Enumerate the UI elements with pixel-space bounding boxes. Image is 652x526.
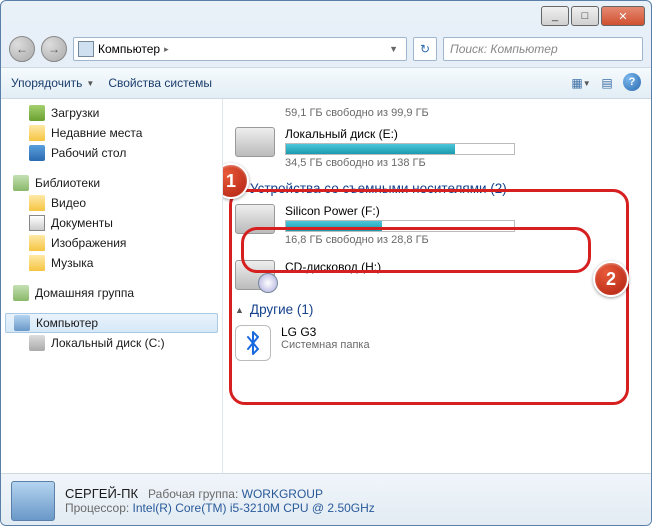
organize-button[interactable]: Упорядочить ▼: [11, 76, 94, 90]
homegroup-icon: [13, 285, 29, 301]
forward-button[interactable]: →: [41, 36, 67, 62]
content-pane: 59,1 ГБ свободно из 99,9 ГБ Локальный ди…: [223, 99, 651, 473]
sidebar-item-label: Рабочий стол: [51, 146, 126, 160]
nav-bar: ← → Компьютер ▸ ▼ ↻ Поиск: Компьютер: [1, 31, 651, 67]
navigation-pane: Загрузки Недавние места Рабочий стол Биб…: [1, 99, 223, 473]
desktop-icon: [29, 145, 45, 161]
libraries-icon: [13, 175, 29, 191]
drive-capacity-bar: [285, 143, 515, 155]
chevron-down-icon: ▼: [583, 79, 591, 88]
close-button[interactable]: ✕: [601, 6, 645, 26]
search-placeholder: Поиск: Компьютер: [450, 42, 558, 56]
drive-item-f[interactable]: Silicon Power (F:) 16,8 ГБ свободно из 2…: [235, 200, 639, 250]
workgroup-label: Рабочая группа:: [148, 487, 238, 501]
properties-label: Свойства системы: [108, 76, 212, 90]
sidebar-group-computer[interactable]: Компьютер: [5, 313, 218, 333]
device-subtitle: Системная папка: [281, 339, 639, 351]
collapse-icon: ▲: [235, 305, 244, 315]
breadcrumb-sep-icon: ▸: [164, 44, 169, 55]
sidebar-item-label: Документы: [51, 216, 113, 230]
preview-pane-button[interactable]: ▤: [597, 73, 617, 93]
documents-icon: [29, 215, 45, 231]
device-item-lg[interactable]: LG G3 Системная папка: [235, 321, 639, 365]
group-removable-devices[interactable]: ▲ Устройства со съемными носителями (2): [235, 181, 639, 196]
music-icon: [29, 255, 45, 271]
pictures-icon: [29, 235, 45, 251]
downloads-icon: [29, 105, 45, 121]
computer-large-icon: [11, 481, 55, 521]
help-icon[interactable]: ?: [623, 73, 641, 91]
drive-capacity-bar: [285, 220, 515, 232]
sidebar-item-label: Домашняя группа: [35, 286, 134, 300]
sidebar-item-label: Изображения: [51, 236, 126, 250]
computer-icon: [14, 315, 30, 331]
back-button[interactable]: ←: [9, 36, 35, 62]
sidebar-item-disk-c[interactable]: Локальный диск (C:): [1, 333, 222, 353]
cd-drive-icon: [235, 260, 275, 290]
sidebar-item-desktop[interactable]: Рабочий стол: [1, 143, 222, 163]
cpu-label: Процессор:: [65, 501, 129, 515]
sidebar-group-homegroup[interactable]: Домашняя группа: [1, 283, 222, 303]
hdd-icon: [235, 127, 275, 157]
sidebar-item-downloads[interactable]: Загрузки: [1, 103, 222, 123]
sidebar-group-libraries[interactable]: Библиотеки: [1, 173, 222, 193]
computer-name: СЕРГЕЙ-ПК: [65, 486, 138, 501]
sidebar-item-label: Недавние места: [51, 126, 142, 140]
sidebar-item-label: Видео: [51, 196, 86, 210]
toolbar: Упорядочить ▼ Свойства системы ▦▼ ▤ ?: [1, 67, 651, 99]
bluetooth-icon: [235, 325, 271, 361]
sidebar-item-pictures[interactable]: Изображения: [1, 233, 222, 253]
details-pane: СЕРГЕЙ-ПК Рабочая группа: WORKGROUP Проц…: [1, 473, 651, 526]
disk-icon: [29, 335, 45, 351]
search-input[interactable]: Поиск: Компьютер: [443, 37, 643, 61]
group-label: Другие (1): [250, 302, 313, 317]
drive-free-space: 16,8 ГБ свободно из 28,8 ГБ: [285, 234, 639, 246]
drive-item-cd[interactable]: CD-дисковод (H:): [235, 256, 639, 294]
drive-item[interactable]: 59,1 ГБ свободно из 99,9 ГБ: [285, 103, 639, 123]
system-properties-button[interactable]: Свойства системы: [108, 76, 212, 90]
cpu-value: Intel(R) Core(TM) i5-3210M CPU @ 2.50GHz: [133, 501, 375, 515]
address-path: Компьютер: [98, 42, 160, 56]
workgroup-value: WORKGROUP: [242, 487, 323, 501]
drive-item-e[interactable]: Локальный диск (E:) 34,5 ГБ свободно из …: [235, 123, 639, 173]
address-dropdown-icon[interactable]: ▼: [385, 44, 402, 54]
sidebar-item-label: Музыка: [51, 256, 93, 270]
group-label: Устройства со съемными носителями (2): [250, 181, 507, 196]
drive-free-space: 59,1 ГБ свободно из 99,9 ГБ: [285, 107, 639, 119]
address-bar[interactable]: Компьютер ▸ ▼: [73, 37, 407, 61]
drive-free-space: 34,5 ГБ свободно из 138 ГБ: [285, 157, 639, 169]
drive-title: Локальный диск (E:): [285, 127, 639, 141]
explorer-window: _ □ ✕ ← → Компьютер ▸ ▼ ↻ Поиск: Компьют…: [0, 0, 652, 526]
sidebar-item-music[interactable]: Музыка: [1, 253, 222, 273]
video-icon: [29, 195, 45, 211]
recent-icon: [29, 125, 45, 141]
sidebar-item-recent[interactable]: Недавние места: [1, 123, 222, 143]
sidebar-item-label: Компьютер: [36, 316, 98, 330]
group-other[interactable]: ▲ Другие (1): [235, 302, 639, 317]
chevron-down-icon: ▼: [86, 79, 94, 88]
drive-title: Silicon Power (F:): [285, 204, 639, 218]
sidebar-item-video[interactable]: Видео: [1, 193, 222, 213]
minimize-button[interactable]: _: [541, 6, 569, 26]
sidebar-item-documents[interactable]: Документы: [1, 213, 222, 233]
device-title: LG G3: [281, 325, 639, 339]
sidebar-item-label: Локальный диск (C:): [51, 336, 165, 350]
sidebar-item-label: Библиотеки: [35, 176, 100, 190]
title-bar: _ □ ✕: [1, 1, 651, 31]
organize-label: Упорядочить: [11, 76, 82, 90]
refresh-button[interactable]: ↻: [413, 37, 437, 61]
drive-title: CD-дисковод (H:): [285, 260, 639, 274]
collapse-icon: ▲: [235, 184, 244, 194]
sidebar-item-label: Загрузки: [51, 106, 99, 120]
computer-icon: [78, 41, 94, 57]
usb-drive-icon: [235, 204, 275, 234]
view-mode-button[interactable]: ▦▼: [571, 73, 591, 93]
maximize-button[interactable]: □: [571, 6, 599, 26]
